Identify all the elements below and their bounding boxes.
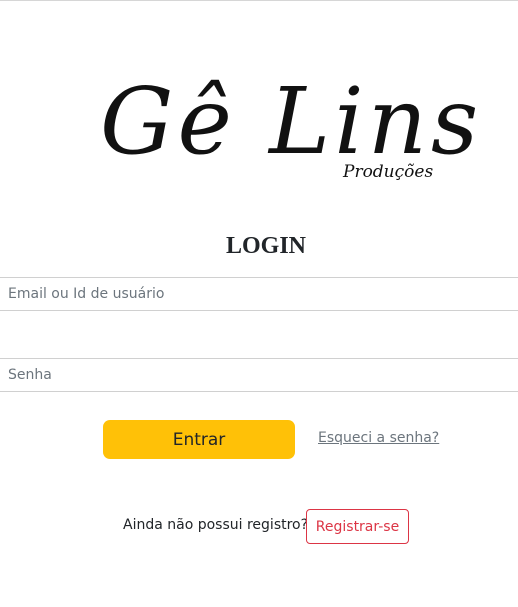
register-prompt: Ainda não possui registro? — [123, 517, 309, 533]
register-button[interactable]: Registrar-se — [306, 509, 409, 544]
password-input[interactable] — [0, 358, 518, 392]
email-input[interactable] — [0, 277, 518, 311]
forgot-password-link[interactable]: Esqueci a senha? — [318, 430, 439, 446]
login-button[interactable]: Entrar — [103, 420, 295, 459]
login-title: LOGIN — [225, 233, 306, 259]
top-divider — [0, 0, 518, 1]
logo-sub-text: Produções — [343, 162, 434, 182]
brand-logo: Gê Lins Produções — [100, 62, 478, 190]
